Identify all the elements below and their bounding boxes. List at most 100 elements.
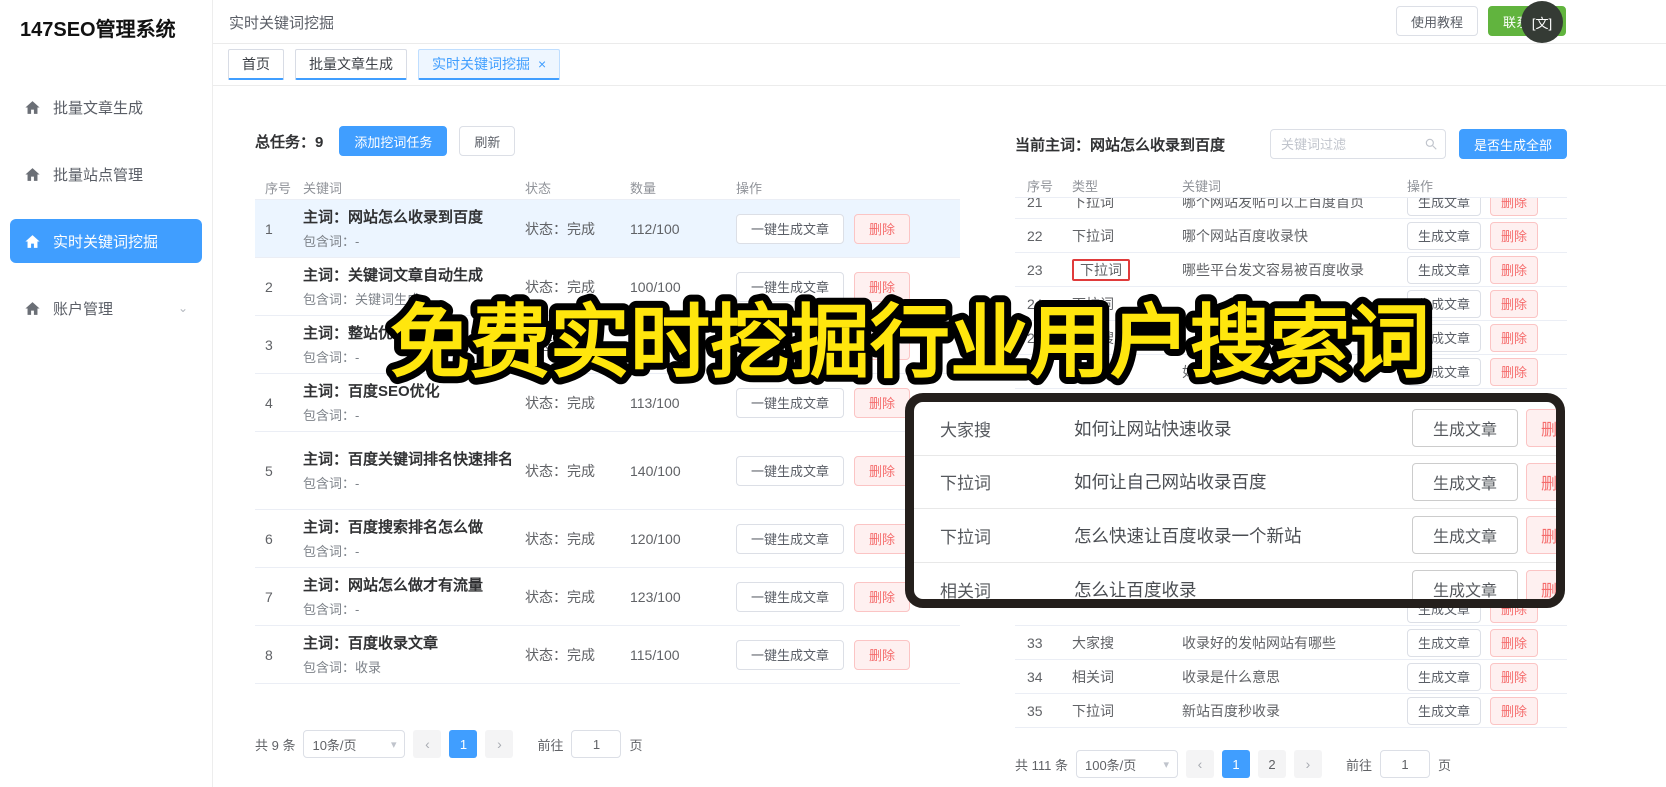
generate-article-button[interactable]: 一键生成文章: [736, 455, 845, 486]
delete-button[interactable]: 删除: [854, 581, 911, 612]
sidebar-item-batch-site[interactable]: 批量站点管理: [10, 152, 202, 196]
magnified-keyword-row: 下拉词 怎么快速让百度收录一个新站 生成文章 删除: [914, 509, 1556, 563]
keyword-filter-input[interactable]: [1269, 129, 1446, 159]
page-number[interactable]: 1: [1221, 750, 1250, 778]
add-task-button[interactable]: 添加挖词任务: [339, 126, 448, 156]
generate-article-button[interactable]: 生成文章: [1411, 409, 1518, 448]
table-header: 序号 类型 关键词 操作: [1015, 174, 1567, 198]
sidebar-item-account[interactable]: 账户管理 ⌄: [10, 286, 202, 330]
task-subtitle: 包含词：-: [303, 544, 360, 560]
delete-button[interactable]: 删除: [1490, 357, 1539, 386]
next-page-button[interactable]: ›: [1293, 750, 1322, 778]
generate-article-button[interactable]: 生成文章: [1407, 198, 1482, 216]
generate-article-button[interactable]: 一键生成文章: [736, 329, 845, 360]
keyword-row[interactable]: 34 相关词 收录是什么意思 生成文章 删除: [1015, 660, 1567, 694]
page-number[interactable]: 2: [1257, 750, 1286, 778]
generate-article-button[interactable]: 生成文章: [1407, 662, 1482, 691]
delete-button[interactable]: 删除: [1490, 662, 1539, 691]
sidebar-item-keyword-mining[interactable]: 实时关键词挖掘: [10, 219, 202, 263]
tab-keyword-mining[interactable]: 实时关键词挖掘 ×: [418, 49, 561, 80]
task-row[interactable]: 2 主词：关键词文章自动生成 包含词：关键词生成 状态：完成 100/100 一键…: [255, 258, 960, 316]
keyword-type: 大家搜: [1072, 329, 1114, 346]
delete-button[interactable]: 删除: [854, 329, 911, 360]
delete-button[interactable]: 删除: [1490, 628, 1539, 657]
keyword-row[interactable]: 33 大家搜 收录好的发帖网站有哪些 生成文章 删除: [1015, 626, 1567, 660]
goto-page-input[interactable]: [1380, 750, 1430, 778]
generate-article-button[interactable]: 一键生成文章: [736, 213, 845, 244]
page-number[interactable]: 1: [449, 730, 478, 758]
keyword-row[interactable]: 26 下拉词 如何百度收录网站 生成文章 删除: [1015, 355, 1567, 389]
generate-article-button[interactable]: 生成文章: [1407, 608, 1482, 623]
goto-page-input[interactable]: [571, 730, 622, 758]
generate-article-button[interactable]: 生成文章: [1407, 628, 1482, 657]
keyword-row[interactable]: 25 大家搜 生成文章 删除: [1015, 321, 1567, 355]
floating-widget-icon[interactable]: [文]: [1521, 1, 1563, 43]
task-row[interactable]: 8 主词：百度收录文章 包含词：收录 状态：完成 115/100 一键生成文章 删除: [255, 626, 960, 684]
keyword-row[interactable]: 24 下拉词 生成文章 删除: [1015, 287, 1567, 321]
task-row[interactable]: 7 主词：网站怎么做才有流量 包含词：- 状态：完成 123/100 一键生成文章…: [255, 568, 960, 626]
generate-article-button[interactable]: 生成文章: [1411, 516, 1518, 555]
keyword-row[interactable]: 22 下拉词 哪个网站百度收录快 生成文章 删除: [1015, 219, 1567, 253]
generate-article-button[interactable]: 生成文章: [1407, 255, 1482, 284]
keyword-row[interactable]: 23 下拉词 哪些平台发文容易被百度收录 生成文章 删除: [1015, 253, 1567, 287]
keyword-row[interactable]: 21 下拉词 哪个网站发帖可以上百度首页 生成文章 删除: [1015, 198, 1567, 219]
keyword-type: 大家搜: [1072, 634, 1114, 651]
keyword-row[interactable]: 35 下拉词 新站百度秒收录 生成文章 删除: [1015, 694, 1567, 728]
generate-article-button[interactable]: 生成文章: [1407, 323, 1482, 352]
delete-button[interactable]: 删除: [854, 387, 911, 418]
delete-button[interactable]: 删除: [1490, 255, 1539, 284]
tab-batch-article[interactable]: 批量文章生成: [295, 49, 407, 80]
task-row[interactable]: 3 主词：整站优化 包含词：- 状态：完成 一键生成文章 删除: [255, 316, 960, 374]
delete-button[interactable]: 删除: [854, 639, 911, 670]
keyword-row-partial[interactable]: 生成文章 删除: [1015, 608, 1567, 626]
tutorial-button[interactable]: 使用教程: [1395, 6, 1478, 36]
tab-home[interactable]: 首页: [228, 49, 284, 80]
highlighted-keyword-type: 下拉词: [1072, 258, 1130, 281]
total-count: 共 9 条: [255, 737, 296, 753]
task-row[interactable]: 4 主词：百度SEO优化 包含词：- 状态：完成 113/100 一键生成文章 删除: [255, 374, 960, 432]
prev-page-button[interactable]: ‹: [413, 730, 442, 758]
sidebar-item-batch-article[interactable]: 批量文章生成: [10, 85, 202, 129]
per-page-select[interactable]: 100条/页 ▾: [1075, 750, 1178, 778]
task-quantity: 120/100: [630, 530, 681, 547]
delete-button[interactable]: 删除: [854, 523, 911, 554]
delete-button[interactable]: 删除: [854, 213, 911, 244]
sidebar-item-label: 账户管理: [53, 300, 114, 318]
generate-article-button[interactable]: 生成文章: [1407, 696, 1482, 725]
generate-article-button[interactable]: 一键生成文章: [736, 523, 845, 554]
generate-article-button[interactable]: 生成文章: [1407, 289, 1482, 318]
task-row[interactable]: 6 主词：百度搜索排名怎么做 包含词：- 状态：完成 120/100 一键生成文章…: [255, 510, 960, 568]
generate-article-button[interactable]: 一键生成文章: [736, 271, 845, 302]
prev-page-button[interactable]: ‹: [1185, 750, 1214, 778]
delete-button[interactable]: 删除: [1526, 570, 1556, 599]
delete-button[interactable]: 删除: [1490, 198, 1539, 216]
close-icon[interactable]: ×: [538, 56, 546, 72]
generate-article-button[interactable]: 生成文章: [1407, 221, 1482, 250]
delete-button[interactable]: 删除: [1526, 462, 1556, 501]
task-row[interactable]: 5 主词：百度关键词排名快速排名 包含词：- 状态：完成 140/100 一键生成…: [255, 432, 960, 510]
next-page-button[interactable]: ›: [485, 730, 514, 758]
delete-button[interactable]: 删除: [1490, 221, 1539, 250]
delete-button[interactable]: 删除: [1526, 409, 1556, 448]
page-suffix: 页: [1438, 757, 1452, 773]
delete-button[interactable]: 删除: [854, 455, 911, 486]
delete-button[interactable]: 删除: [854, 271, 911, 302]
generate-article-button[interactable]: 生成文章: [1411, 570, 1518, 599]
delete-button[interactable]: 删除: [1526, 516, 1556, 555]
delete-button[interactable]: 删除: [1490, 696, 1539, 725]
delete-button[interactable]: 删除: [1490, 608, 1539, 623]
generate-article-button[interactable]: 生成文章: [1411, 462, 1518, 501]
refresh-button[interactable]: 刷新: [459, 126, 516, 156]
generate-article-button[interactable]: 一键生成文章: [736, 581, 845, 612]
generate-article-button[interactable]: 一键生成文章: [736, 639, 845, 670]
generate-article-button[interactable]: 一键生成文章: [736, 387, 845, 418]
generate-all-button[interactable]: 是否生成全部: [1458, 129, 1567, 159]
task-row[interactable]: 1 主词：网站怎么收录到百度 包含词：- 状态：完成 112/100 一键生成文章…: [255, 200, 960, 258]
app-title: 147SEO管理系统: [20, 19, 176, 41]
delete-button[interactable]: 删除: [1490, 323, 1539, 352]
per-page-select[interactable]: 10条/页 ▾: [303, 730, 406, 758]
generate-article-button[interactable]: 生成文章: [1407, 357, 1482, 386]
sidebar-item-label: 批量站点管理: [53, 166, 144, 184]
table-header: 序号 关键词 状态 数量 操作: [255, 176, 960, 200]
delete-button[interactable]: 删除: [1490, 289, 1539, 318]
